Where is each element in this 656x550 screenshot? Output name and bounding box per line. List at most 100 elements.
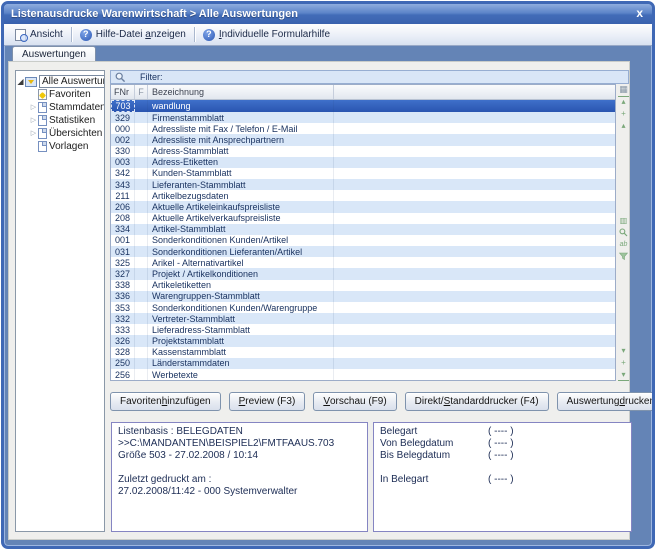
filter-input[interactable]: Filter: bbox=[110, 70, 629, 84]
table-row[interactable]: 000Adressliste mit Fax / Telefon / E-Mai… bbox=[111, 123, 615, 134]
append-record-icon[interactable]: + bbox=[618, 358, 629, 368]
label-post: tandarddrucker (F4) bbox=[450, 396, 538, 407]
table-row[interactable]: 338Artikeletiketten bbox=[111, 280, 615, 291]
tab-auswertungen[interactable]: Auswertungen bbox=[12, 46, 96, 62]
text-mode-icon[interactable]: ab bbox=[618, 240, 629, 250]
table-header: FNrFBezeichnung bbox=[111, 85, 615, 100]
cell-fnr: 325 bbox=[111, 257, 135, 268]
cell-bezeichnung: Vertreter-Stammblatt bbox=[148, 313, 334, 324]
favoriten-hinzufuegen-button[interactable]: Favoriten hinzufügen bbox=[110, 392, 221, 411]
sidebar-item-favoriten[interactable]: Favoriten bbox=[16, 88, 104, 101]
close-button[interactable]: x bbox=[627, 7, 652, 21]
cell-fnr: 326 bbox=[111, 335, 135, 346]
filter-icon[interactable] bbox=[618, 252, 629, 262]
table-row[interactable]: 325 Arikel - Alternativartikel bbox=[111, 257, 615, 268]
table-row[interactable]: 353Sonderkonditionen Kunden/Warengruppe bbox=[111, 302, 615, 313]
search-icon[interactable] bbox=[618, 228, 629, 238]
tree-item-label: Favoriten bbox=[49, 89, 91, 100]
tree-item-label: Stammdaten bbox=[49, 102, 105, 113]
document-icon bbox=[38, 115, 47, 126]
table-row[interactable]: 211Artikelbezugsdaten bbox=[111, 190, 615, 201]
table-row[interactable]: 343Lieferanten-Stammblatt bbox=[111, 179, 615, 190]
last-record-icon[interactable]: ▾ bbox=[618, 370, 629, 381]
cell-spacer bbox=[334, 224, 615, 235]
sidebar-item-vorlagen[interactable]: Vorlagen bbox=[16, 140, 104, 153]
prev-record-icon[interactable]: ▴ bbox=[618, 121, 629, 131]
access-key: P bbox=[239, 396, 246, 407]
toolbar: Ansicht? Hilfe-Datei anzeigen ?Individuell… bbox=[4, 24, 652, 46]
toolbar-separator bbox=[194, 27, 195, 42]
table-row[interactable]: 250Länderstammdaten bbox=[111, 358, 615, 369]
table-row[interactable]: 326Projektstammblatt bbox=[111, 335, 615, 346]
table-row[interactable]: 206Aktuelle Artikeleinkaufspreisliste bbox=[111, 201, 615, 212]
expander-icon[interactable]: ▷ bbox=[29, 129, 38, 138]
cell-bezeichnung: Warengruppen-Stammblatt bbox=[148, 291, 334, 302]
cell-f bbox=[135, 302, 148, 313]
cell-f bbox=[135, 146, 148, 157]
toolbar-button-label: Hilfe-Datei anzeigen bbox=[96, 29, 186, 40]
preview-button[interactable]: Preview (F3) bbox=[229, 392, 306, 411]
columns-icon[interactable]: ▥ bbox=[618, 216, 629, 226]
cell-bezeichnung: Werbetexte bbox=[148, 369, 334, 380]
expander-icon[interactable]: ◢ bbox=[16, 77, 25, 86]
tree-item-label: Statistiken bbox=[49, 115, 95, 126]
sidebar-item-alle-auswertungen[interactable]: ◢Alle Auswertungen bbox=[16, 75, 104, 88]
label-post: review (F3) bbox=[245, 396, 295, 407]
toolbar-separator bbox=[71, 27, 72, 42]
column-header-fnr[interactable]: FNr bbox=[111, 85, 135, 99]
table-row[interactable]: 328Kassenstammblatt bbox=[111, 347, 615, 358]
cell-fnr: 000 bbox=[111, 123, 135, 134]
next-record-icon[interactable]: ▾ bbox=[618, 346, 629, 356]
cell-bezeichnung: Lieferanten-Stammblatt bbox=[148, 179, 334, 190]
first-record-icon[interactable]: ▴ bbox=[618, 96, 629, 107]
cell-spacer bbox=[334, 235, 615, 246]
sidebar-item-uebersichten[interactable]: ▷Übersichten bbox=[16, 127, 104, 140]
cell-f bbox=[135, 112, 148, 123]
table-row[interactable]: 327Projekt / Artikelkonditionen bbox=[111, 268, 615, 279]
table-row[interactable]: 002Adressliste mit Ansprechpartnern bbox=[111, 134, 615, 145]
field-value: ( ---- ) bbox=[488, 426, 625, 438]
expander-icon[interactable]: ▷ bbox=[29, 103, 38, 112]
table-row[interactable]: 332Vertreter-Stammblatt bbox=[111, 313, 615, 324]
cell-bezeichnung: Artikeletiketten bbox=[148, 280, 334, 291]
table-row[interactable]: 330Adress-Stammblatt bbox=[111, 146, 615, 157]
expander-icon[interactable]: ▷ bbox=[29, 116, 38, 125]
column-header-f[interactable]: F bbox=[135, 85, 148, 99]
column-header-bezeichnung[interactable]: Bezeichnung bbox=[148, 85, 334, 99]
table-row[interactable]: 001Sonderkonditionen Kunden/Artikel bbox=[111, 235, 615, 246]
table-row[interactable]: 336Warengruppen-Stammblatt bbox=[111, 291, 615, 302]
cell-bezeichnung: Aktuelle Artikelverkaufspreisliste bbox=[148, 213, 334, 224]
column-chooser-icon[interactable]: ▦ bbox=[618, 84, 629, 94]
cell-f bbox=[135, 168, 148, 179]
auswertung-drucken-button[interactable]: Auswertung drucken bbox=[557, 392, 655, 411]
cell-fnr: 211 bbox=[111, 190, 135, 201]
insert-record-icon[interactable]: + bbox=[618, 109, 629, 119]
cell-bezeichnung: Arikel - Alternativartikel bbox=[148, 257, 334, 268]
nav-group-middle: ▥ ab bbox=[618, 216, 629, 262]
table-row[interactable]: 703wandlung bbox=[111, 100, 615, 112]
cell-spacer bbox=[334, 268, 615, 279]
help-icon: ? bbox=[80, 29, 92, 41]
label-pre: Direkt/ bbox=[415, 396, 444, 407]
cell-bezeichnung: wandlung bbox=[148, 100, 334, 112]
table-row[interactable]: 342Kunden-Stammblatt bbox=[111, 168, 615, 179]
table-row[interactable]: 208Aktuelle Artikelverkaufspreisliste bbox=[111, 213, 615, 224]
table-row[interactable]: 329Firmenstammblatt bbox=[111, 112, 615, 123]
toolbar-button-ansicht[interactable]: Ansicht bbox=[8, 24, 70, 45]
toolbar-button-individuelle-formularhilfe[interactable]: ?Individuelle Formularhilfe bbox=[196, 24, 337, 45]
table-row[interactable]: 003Adress-Etiketten bbox=[111, 157, 615, 168]
vorschau-button[interactable]: Vorschau (F9) bbox=[313, 392, 396, 411]
cell-bezeichnung: Lieferadress-Stammblatt bbox=[148, 324, 334, 335]
navigation-tree: ◢Alle AuswertungenFavoriten ▷ Stammdaten ▷ S… bbox=[16, 71, 104, 153]
cell-f bbox=[135, 324, 148, 335]
sidebar-item-statistiken[interactable]: ▷ Statistiken bbox=[16, 114, 104, 127]
toolbar-button-hilfe-datei-anzeigen[interactable]: ? Hilfe-Datei anzeigen bbox=[73, 24, 193, 45]
table-row[interactable]: 031Sonderkonditionen Lieferanten/Artikel bbox=[111, 246, 615, 257]
cell-fnr: 001 bbox=[111, 235, 135, 246]
sidebar-item-stammdaten[interactable]: ▷ Stammdaten bbox=[16, 101, 104, 114]
table-row[interactable]: 334Artikel-Stammblatt bbox=[111, 224, 615, 235]
table-row[interactable]: 256Werbetexte bbox=[111, 369, 615, 380]
field-label: In Belegart bbox=[380, 474, 488, 486]
table-row[interactable]: 333Lieferadress-Stammblatt bbox=[111, 324, 615, 335]
direkt-standarddrucker-button[interactable]: Direkt/Standarddrucker (F4) bbox=[405, 392, 549, 411]
